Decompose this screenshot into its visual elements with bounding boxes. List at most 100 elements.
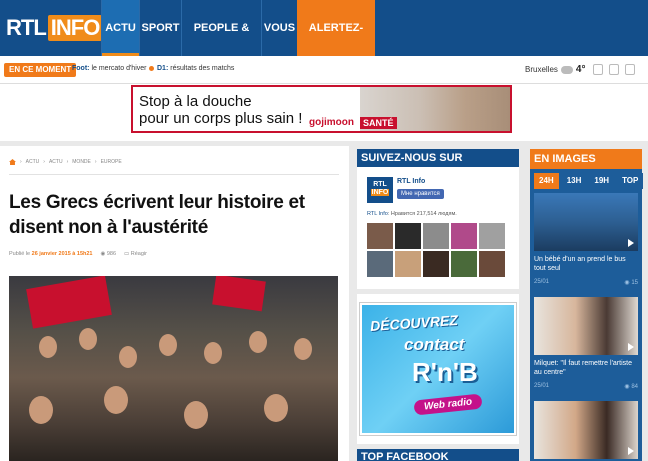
photo-person — [184, 401, 208, 429]
weather-widget[interactable]: Bruxelles 4° — [525, 64, 585, 75]
image-date: 25/01 — [534, 383, 550, 389]
fan-avatar[interactable] — [367, 251, 393, 277]
breadcrumb-separator-icon: › — [20, 159, 22, 165]
ticker-item-text: le mercato d'hiver — [91, 65, 147, 72]
image-views-value: 84 — [631, 384, 638, 390]
news-ticker: EN CE MOMENT Foot: le mercato d'hiver D1… — [0, 56, 648, 84]
radio-promo[interactable]: DÉCOUVREZ contact R'n'B Web radio — [357, 294, 519, 444]
home-icon[interactable] — [9, 159, 16, 165]
image-meta: 25/01 ◉ 84 — [534, 383, 638, 390]
ad-brand: gojimoon — [309, 117, 354, 128]
photo-flag — [26, 276, 112, 329]
promo-text-3: R'n'B — [412, 357, 478, 387]
divider — [9, 174, 339, 175]
logo-info-text: INFO — [47, 15, 103, 41]
facebook-like-count: RTL Info: Нравится 217,514 людям. — [367, 211, 457, 217]
facebook-count-text: : Нравится 217,514 людям. — [387, 211, 457, 217]
image-thumbnail[interactable] — [534, 297, 638, 355]
views-value: 986 — [106, 251, 117, 257]
tab-24h[interactable]: 24H — [534, 173, 559, 189]
logo-rtl-text: RTL — [6, 15, 47, 40]
facebook-count-name[interactable]: RTL Info — [367, 211, 388, 217]
breadcrumb-item[interactable]: ACTU — [26, 159, 40, 165]
fan-avatar[interactable] — [395, 223, 421, 249]
fan-avatar[interactable] — [451, 251, 477, 277]
tab-13h[interactable]: 13H — [561, 173, 587, 189]
photo-person — [159, 334, 177, 356]
ad-line-1: Stop à la douche — [139, 93, 252, 110]
nav-item-vous[interactable]: VOUS — [261, 0, 297, 56]
image-views-value: 15 — [631, 280, 638, 286]
photo-flag — [212, 276, 266, 312]
image-views: ◉ 15 — [624, 280, 638, 286]
fan-avatar[interactable] — [367, 223, 393, 249]
photo-person — [249, 331, 267, 353]
promo-text-2: contact — [404, 335, 465, 354]
ad-area: Stop à la douche pour un corps plus sain… — [0, 84, 648, 141]
ticker-item-source: Foot: — [72, 65, 90, 72]
image-caption[interactable]: Milquet: "Il faut remettre l'artiste au … — [534, 359, 638, 377]
published-prefix: Publié le — [9, 251, 31, 257]
facebook-icon[interactable] — [609, 64, 619, 75]
nav-item-alertez-nous[interactable]: ALERTEZ-NOUS — [297, 0, 375, 90]
images-column: EN IMAGES 24H 13H 19H TOP Un bébé d'un a… — [530, 149, 644, 461]
twitter-icon[interactable] — [593, 64, 603, 75]
react-link[interactable]: ▭ Réagir — [124, 251, 147, 257]
article-headline: Les Grecs écrivent leur histoire et dise… — [9, 192, 305, 238]
breadcrumb-item[interactable]: MONDE — [72, 159, 91, 165]
ticker-item-text: résultats des matchs — [170, 65, 235, 72]
fan-avatar[interactable] — [479, 223, 505, 249]
eye-icon: ◉ — [100, 251, 106, 257]
article-photo[interactable] — [9, 276, 338, 461]
image-thumbnail[interactable] — [534, 401, 638, 459]
fan-avatar[interactable] — [395, 251, 421, 277]
photo-person — [119, 346, 137, 368]
fan-avatar[interactable] — [479, 251, 505, 277]
facebook-fan-faces — [367, 223, 511, 277]
ticker-item[interactable]: Foot: le mercato d'hiver — [72, 65, 146, 72]
images-header: EN IMAGES — [530, 149, 642, 169]
photo-person — [29, 396, 53, 424]
image-meta: 25/01 ◉ 15 — [534, 279, 638, 286]
image-caption[interactable]: Un bébé d'un an prend le bus tout seul — [534, 255, 638, 273]
breadcrumb-separator-icon: › — [66, 159, 69, 165]
rtl-info-logo[interactable]: RTL INFO — [6, 14, 103, 42]
breadcrumb-item[interactable]: ACTU — [49, 159, 63, 165]
tab-19h[interactable]: 19H — [589, 173, 615, 189]
nav-item-people-buzz[interactable]: PEOPLE & BUZZ — [181, 0, 261, 90]
radio-promo-banner: DÉCOUVREZ contact R'n'B Web radio — [359, 302, 517, 436]
facebook-widget-header: SUIVEZ-NOUS SUR FACEBOOK — [357, 149, 519, 182]
fan-avatar[interactable] — [423, 251, 449, 277]
fan-avatar[interactable] — [423, 223, 449, 249]
tab-top[interactable]: TOP — [617, 173, 644, 189]
ad-banner[interactable]: Stop à la douche pour un corps plus sain… — [131, 85, 512, 133]
weather-city: Bruxelles — [525, 65, 558, 74]
nav-item-actu[interactable]: ACTU — [101, 0, 139, 56]
photo-person — [104, 386, 128, 414]
top-navigation: RTL INFO ACTU SPORT PEOPLE & BUZZ VOUS A… — [0, 0, 648, 90]
photo-person — [79, 328, 97, 350]
photo-person — [294, 338, 312, 360]
ticker-item-source: D1: — [157, 65, 169, 72]
top-facebook-header: TOP FACEBOOK — [357, 449, 519, 461]
photo-person — [204, 342, 222, 364]
views-count: ◉ 986 — [101, 251, 117, 257]
image-thumbnail[interactable] — [534, 193, 638, 251]
image-views: ◉ 84 — [624, 384, 638, 390]
facebook-widget: SUIVEZ-NOUS SUR FACEBOOK RTL INFO RTL Inf… — [357, 149, 519, 289]
fan-avatar[interactable] — [451, 223, 477, 249]
react-label: Réagir — [130, 251, 147, 257]
article-meta: Publié le 26 janvier 2015 à 15h21 ◉ 986 … — [9, 251, 147, 257]
rtl-info-page-logo[interactable]: RTL INFO — [367, 177, 393, 203]
photo-person — [264, 394, 288, 422]
nav-item-sport[interactable]: SPORT — [139, 0, 181, 56]
breadcrumb-item[interactable]: EUROPE — [101, 159, 122, 165]
image-date: 25/01 — [534, 279, 550, 285]
facebook-page-name[interactable]: RTL Info — [397, 178, 425, 185]
facebook-like-button[interactable]: Мне нравится — [397, 189, 444, 199]
mobile-icon[interactable] — [625, 64, 635, 75]
breadcrumb-separator-icon: › — [94, 159, 97, 165]
cloud-icon — [560, 65, 573, 74]
ad-line-2: pour un corps plus sain ! — [139, 110, 303, 127]
ticker-item[interactable]: D1: résultats des matchs — [157, 65, 234, 72]
